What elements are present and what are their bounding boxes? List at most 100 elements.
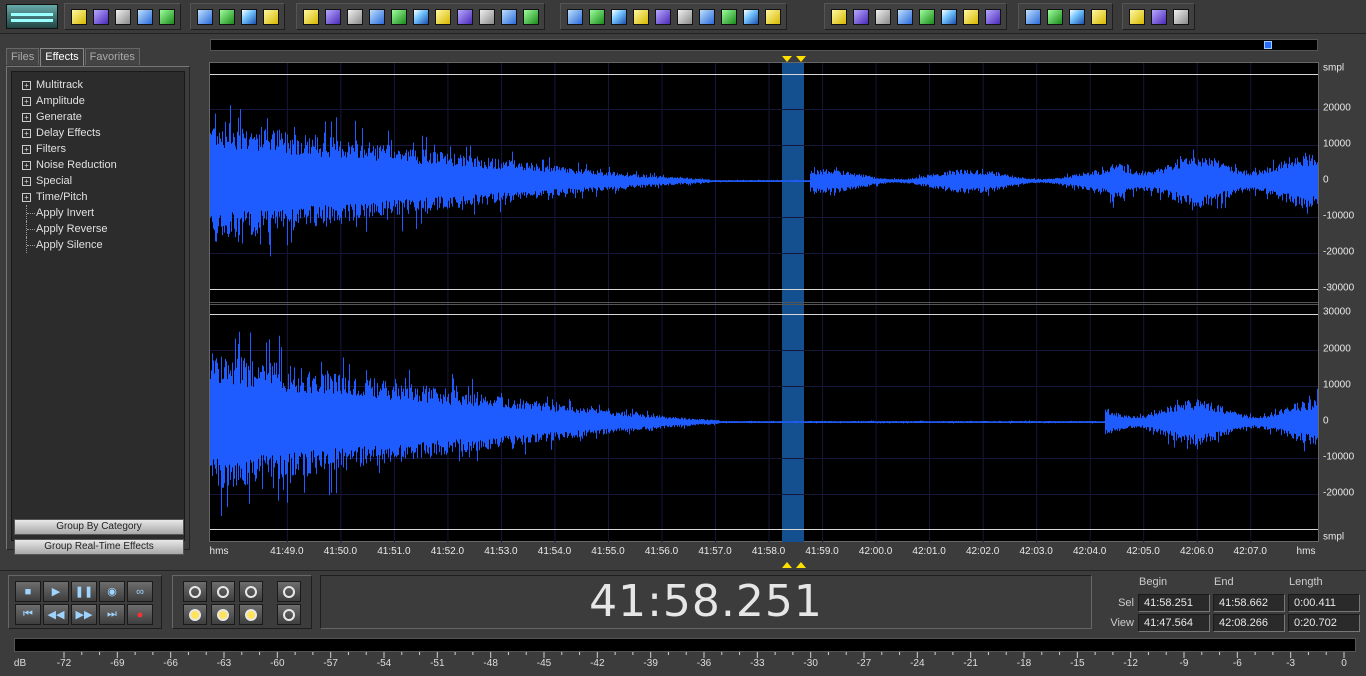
- zoom-full-button[interactable]: [239, 581, 263, 602]
- chorus-button[interactable]: [718, 6, 739, 27]
- expand-plus-icon[interactable]: +: [22, 81, 31, 90]
- tree-item-delay-effects[interactable]: + Delay Effects: [12, 125, 184, 141]
- fx-insert-button[interactable]: [1022, 6, 1043, 27]
- expand-plus-icon[interactable]: +: [22, 145, 31, 154]
- marker-button[interactable]: [366, 6, 387, 27]
- tree-item-apply-invert[interactable]: Apply Invert: [12, 205, 184, 221]
- sel-end-field[interactable]: 41:58.662: [1213, 594, 1285, 612]
- expand-plus-icon[interactable]: +: [22, 161, 31, 170]
- tree-item-special[interactable]: + Special: [12, 173, 184, 189]
- go-to-beginning-button[interactable]: ⏮: [15, 604, 41, 625]
- view-length-field[interactable]: 0:20.702: [1288, 614, 1360, 632]
- expand-plus-icon[interactable]: +: [22, 113, 31, 122]
- view-end-field[interactable]: 42:08.266: [1213, 614, 1285, 632]
- spectrum-button[interactable]: [828, 6, 849, 27]
- sel-length-field[interactable]: 0:00.411: [1288, 594, 1360, 612]
- edit-waveform-button[interactable]: [194, 6, 215, 27]
- undo-button[interactable]: [322, 6, 343, 27]
- multitrack-view-toggle-icon[interactable]: [6, 4, 58, 29]
- zero-crossing-button[interactable]: [388, 6, 409, 27]
- zoom-right-edge-button[interactable]: [239, 604, 263, 625]
- save-button[interactable]: [112, 6, 133, 27]
- tab-effects[interactable]: Effects: [40, 48, 84, 66]
- group-by-category-button[interactable]: Group By Category: [14, 519, 184, 535]
- delay-button[interactable]: [696, 6, 717, 27]
- tree-item-apply-silence[interactable]: Apply Silence: [12, 237, 184, 253]
- selection-start-marker-bottom[interactable]: [782, 562, 792, 568]
- eq-button[interactable]: [564, 6, 585, 27]
- view-begin-field[interactable]: 41:47.564: [1138, 614, 1210, 632]
- frequency-button[interactable]: [850, 6, 871, 27]
- selection-start-marker-top[interactable]: [782, 56, 792, 62]
- tab-favorites[interactable]: Favorites: [84, 48, 140, 65]
- expand-plus-icon[interactable]: +: [22, 97, 31, 106]
- waveform-display[interactable]: [209, 62, 1319, 543]
- pitch-button[interactable]: [762, 6, 783, 27]
- crop-button[interactable]: [238, 6, 259, 27]
- fx-rack-button[interactable]: [1044, 6, 1065, 27]
- phase-button[interactable]: [872, 6, 893, 27]
- stretch-button[interactable]: [520, 6, 541, 27]
- envelope-button[interactable]: [300, 6, 321, 27]
- tree-item-generate[interactable]: + Generate: [12, 109, 184, 125]
- noise-button[interactable]: [608, 6, 629, 27]
- cd-button[interactable]: [938, 6, 959, 27]
- fx-preset-button[interactable]: [1088, 6, 1109, 27]
- scan-button[interactable]: [432, 6, 453, 27]
- zoom-in-vertical-button[interactable]: [277, 581, 301, 602]
- reverb-button[interactable]: [674, 6, 695, 27]
- paint-button[interactable]: [216, 6, 237, 27]
- expand-plus-icon[interactable]: +: [22, 193, 31, 202]
- overview-scrollbar[interactable]: [210, 39, 1318, 51]
- loop-button[interactable]: ∞: [127, 581, 153, 602]
- echo-button[interactable]: [630, 6, 651, 27]
- tree-item-amplitude[interactable]: + Amplitude: [12, 93, 184, 109]
- open-file-button[interactable]: [90, 6, 111, 27]
- tree-item-multitrack[interactable]: + Multitrack: [12, 77, 184, 93]
- sel-begin-field[interactable]: 41:58.251: [1138, 594, 1210, 612]
- tree-item-noise-reduction[interactable]: + Noise Reduction: [12, 157, 184, 173]
- selection-end-marker-top[interactable]: [796, 56, 806, 62]
- go-to-end-button[interactable]: ⏭: [99, 604, 125, 625]
- tree-item-filters[interactable]: + Filters: [12, 141, 184, 157]
- view-fit-button[interactable]: [1170, 6, 1191, 27]
- grid-button[interactable]: [960, 6, 981, 27]
- snap-button[interactable]: [410, 6, 431, 27]
- zoom-left-edge-button[interactable]: [211, 604, 235, 625]
- zoom-out-horizontal-button[interactable]: [211, 581, 235, 602]
- pause-button[interactable]: ❚❚: [71, 581, 97, 602]
- metronome-button[interactable]: [982, 6, 1003, 27]
- tempo-button[interactable]: [1148, 6, 1169, 27]
- new-file-button[interactable]: [68, 6, 89, 27]
- stop-button[interactable]: ■: [15, 581, 41, 602]
- overview-thumb[interactable]: [1264, 41, 1272, 49]
- play-to-end-button[interactable]: ◉: [99, 581, 125, 602]
- fast-forward-button[interactable]: ▶▶: [71, 604, 97, 625]
- group-realtime-effects-button[interactable]: Group Real-Time Effects: [14, 539, 184, 555]
- time-ruler[interactable]: hms 41:49.0 41:50.0 41:51.0 41:52.0 41:53.0 41…: [209, 542, 1319, 562]
- pan-button[interactable]: [498, 6, 519, 27]
- zoom-to-selection-button[interactable]: [183, 604, 207, 625]
- save-copy-button[interactable]: [134, 6, 155, 27]
- filter-button[interactable]: [652, 6, 673, 27]
- zoom-in-horizontal-button[interactable]: [183, 581, 207, 602]
- flanger-button[interactable]: [740, 6, 761, 27]
- analysis-button[interactable]: [894, 6, 915, 27]
- level-button[interactable]: [454, 6, 475, 27]
- tree-item-time-pitch[interactable]: + Time/Pitch: [12, 189, 184, 205]
- compressor-button[interactable]: [586, 6, 607, 27]
- tree-item-apply-reverse[interactable]: Apply Reverse: [12, 221, 184, 237]
- fx-chain-button[interactable]: [1066, 6, 1087, 27]
- selection-end-marker-bottom[interactable]: [796, 562, 806, 568]
- tab-files[interactable]: Files: [6, 48, 40, 65]
- cue-button[interactable]: [1126, 6, 1147, 27]
- zoom-out-vertical-button[interactable]: [277, 604, 301, 625]
- statistics-button[interactable]: [916, 6, 937, 27]
- silence-button[interactable]: [344, 6, 365, 27]
- normalize-button[interactable]: [476, 6, 497, 27]
- mixdown-button[interactable]: [260, 6, 281, 27]
- expand-plus-icon[interactable]: +: [22, 129, 31, 138]
- play-button[interactable]: ▶: [43, 581, 69, 602]
- record-button[interactable]: ●: [127, 604, 153, 625]
- expand-plus-icon[interactable]: +: [22, 177, 31, 186]
